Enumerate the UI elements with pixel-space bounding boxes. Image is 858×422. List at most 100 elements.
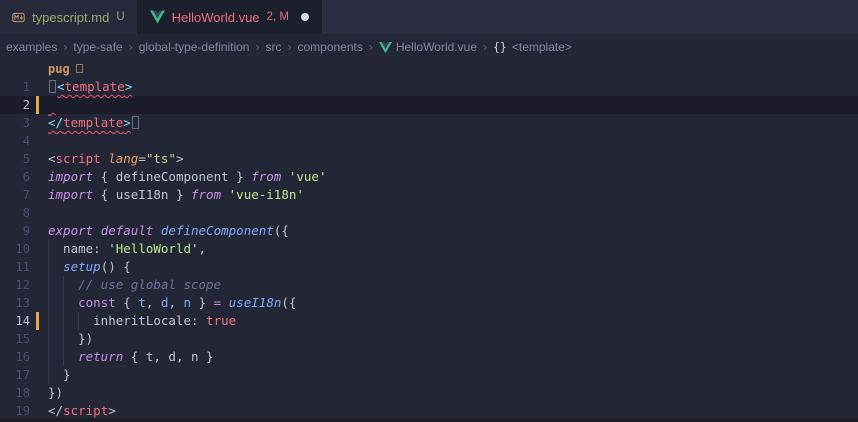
code-line[interactable]: 10 name: 'HelloWorld',: [0, 240, 858, 258]
breadcrumb-item[interactable]: examples: [5, 40, 58, 54]
line-number[interactable]: 7: [0, 186, 30, 204]
code-token: 'vue-i18n': [229, 187, 304, 202]
breadcrumb-label: <template>: [512, 40, 572, 54]
breadcrumb-item[interactable]: {}<template>: [492, 40, 573, 54]
indent-guide: [48, 276, 49, 294]
code-line[interactable]: 7import { useI18n } from 'vue-i18n': [0, 186, 858, 204]
code-token: useI18n: [229, 295, 282, 310]
code-token: [93, 223, 101, 238]
error-squiggle-token: >: [125, 79, 133, 94]
line-number[interactable]: 18: [0, 384, 30, 402]
line-number[interactable]: 2: [0, 96, 30, 114]
gutter-spacer: [36, 330, 39, 348]
gutter-spacer: [36, 150, 39, 168]
code-line-content: import { defineComponent } from 'vue': [48, 168, 858, 186]
code-line[interactable]: 9export default defineComponent({: [0, 222, 858, 240]
breadcrumb-item[interactable]: type-safe: [72, 40, 123, 54]
indent-guide: [63, 348, 64, 366]
code-token: const: [78, 295, 116, 310]
line-number[interactable]: 16: [0, 348, 30, 366]
code-line[interactable]: pug: [0, 60, 858, 78]
code-line-content: </template>: [48, 114, 858, 132]
code-token: }: [48, 367, 71, 382]
chevron-separator-icon: ›: [255, 40, 259, 54]
gutter-spacer: [36, 168, 39, 186]
line-number[interactable]: 17: [0, 366, 30, 384]
indent-guide: [48, 330, 49, 348]
code-line[interactable]: 17 }: [0, 366, 858, 384]
indent-guide: [63, 330, 64, 348]
code-editor[interactable]: pug1<template>2~3</template>45<script la…: [0, 60, 858, 420]
code-line[interactable]: 1 <template>: [0, 78, 858, 96]
chevron-separator-icon: ›: [483, 40, 487, 54]
code-line[interactable]: 11 setup() {: [0, 258, 858, 276]
line-number[interactable]: 11: [0, 258, 30, 276]
error-squiggle-token: <: [57, 79, 65, 94]
code-line[interactable]: 5<script lang="ts">: [0, 150, 858, 168]
code-line[interactable]: 8: [0, 204, 858, 222]
code-line[interactable]: 13 const { t, d, n } = useI18n({: [0, 294, 858, 312]
breadcrumb-item[interactable]: HelloWorld.vue: [378, 40, 478, 54]
code-line-content: [48, 204, 858, 222]
line-number[interactable]: 4: [0, 132, 30, 150]
tab-typescript-md[interactable]: typescript.md U: [0, 0, 138, 34]
code-line-content: const { t, d, n } = useI18n({: [48, 294, 858, 312]
line-number[interactable]: 5: [0, 150, 30, 168]
code-token: [221, 187, 229, 202]
line-number[interactable]: [0, 60, 30, 78]
line-number[interactable]: 12: [0, 276, 30, 294]
code-line[interactable]: 2~: [0, 96, 858, 114]
indent-guide: [48, 348, 49, 366]
line-number[interactable]: 13: [0, 294, 30, 312]
tab-label: typescript.md: [32, 10, 109, 25]
line-number[interactable]: 8: [0, 204, 30, 222]
gutter-spacer: [36, 114, 39, 132]
code-token: import: [48, 169, 93, 184]
gutter-spacer: [36, 186, 39, 204]
line-number[interactable]: 1: [0, 78, 30, 96]
code-line-content: inheritLocale: true: [48, 312, 858, 330]
code-token: script: [56, 151, 101, 166]
tab-git-badge: U: [116, 11, 124, 23]
breadcrumb-item[interactable]: components: [296, 40, 363, 54]
error-squiggle-token: >: [123, 115, 131, 130]
error-squiggle-token: template: [65, 79, 125, 94]
line-number[interactable]: 10: [0, 240, 30, 258]
editor-bottom-shadow: [0, 418, 858, 422]
breadcrumb-item[interactable]: global-type-definition: [138, 40, 251, 54]
code-line-content: <template>: [48, 78, 858, 96]
code-token: =: [138, 151, 146, 166]
code-token: "ts": [146, 151, 176, 166]
gutter-spacer: [36, 276, 39, 294]
code-line[interactable]: 15 }): [0, 330, 858, 348]
code-line[interactable]: 12 // use global scope: [0, 276, 858, 294]
line-number[interactable]: 6: [0, 168, 30, 186]
tab-problems-git-badge: 2, M: [267, 11, 289, 23]
gutter-spacer: [36, 204, 39, 222]
breadcrumb-item[interactable]: src: [264, 40, 282, 54]
code-line[interactable]: 4: [0, 132, 858, 150]
code-line[interactable]: 6 import { defineComponent } from 'vue': [0, 168, 858, 186]
code-token: // use global scope: [78, 277, 221, 292]
indent-guide: [48, 366, 49, 384]
indent-guide: [78, 312, 79, 330]
breadcrumb-label: components: [297, 40, 362, 54]
code-line[interactable]: 14 inheritLocale: true: [0, 312, 858, 330]
code-token: [48, 259, 63, 274]
breadcrumb-label: global-type-definition: [139, 40, 250, 54]
code-line[interactable]: 16 return { t, d, n }: [0, 348, 858, 366]
line-number[interactable]: 3: [0, 114, 30, 132]
code-token: ({: [274, 223, 289, 238]
code-line[interactable]: 3 </template>: [0, 114, 858, 132]
line-number[interactable]: 9: [0, 222, 30, 240]
code-line[interactable]: 18}): [0, 384, 858, 402]
code-token: }: [168, 187, 191, 202]
code-token: name:: [48, 241, 108, 256]
code-token: defineComponent: [161, 223, 274, 238]
line-number[interactable]: 14: [0, 312, 30, 330]
tab-helloworld-vue[interactable]: HelloWorld.vue 2, M: [138, 0, 322, 34]
dirty-indicator-dot[interactable]: [301, 13, 309, 21]
code-token: t: [138, 295, 146, 310]
git-modified-bar: [36, 96, 39, 114]
line-number[interactable]: 15: [0, 330, 30, 348]
